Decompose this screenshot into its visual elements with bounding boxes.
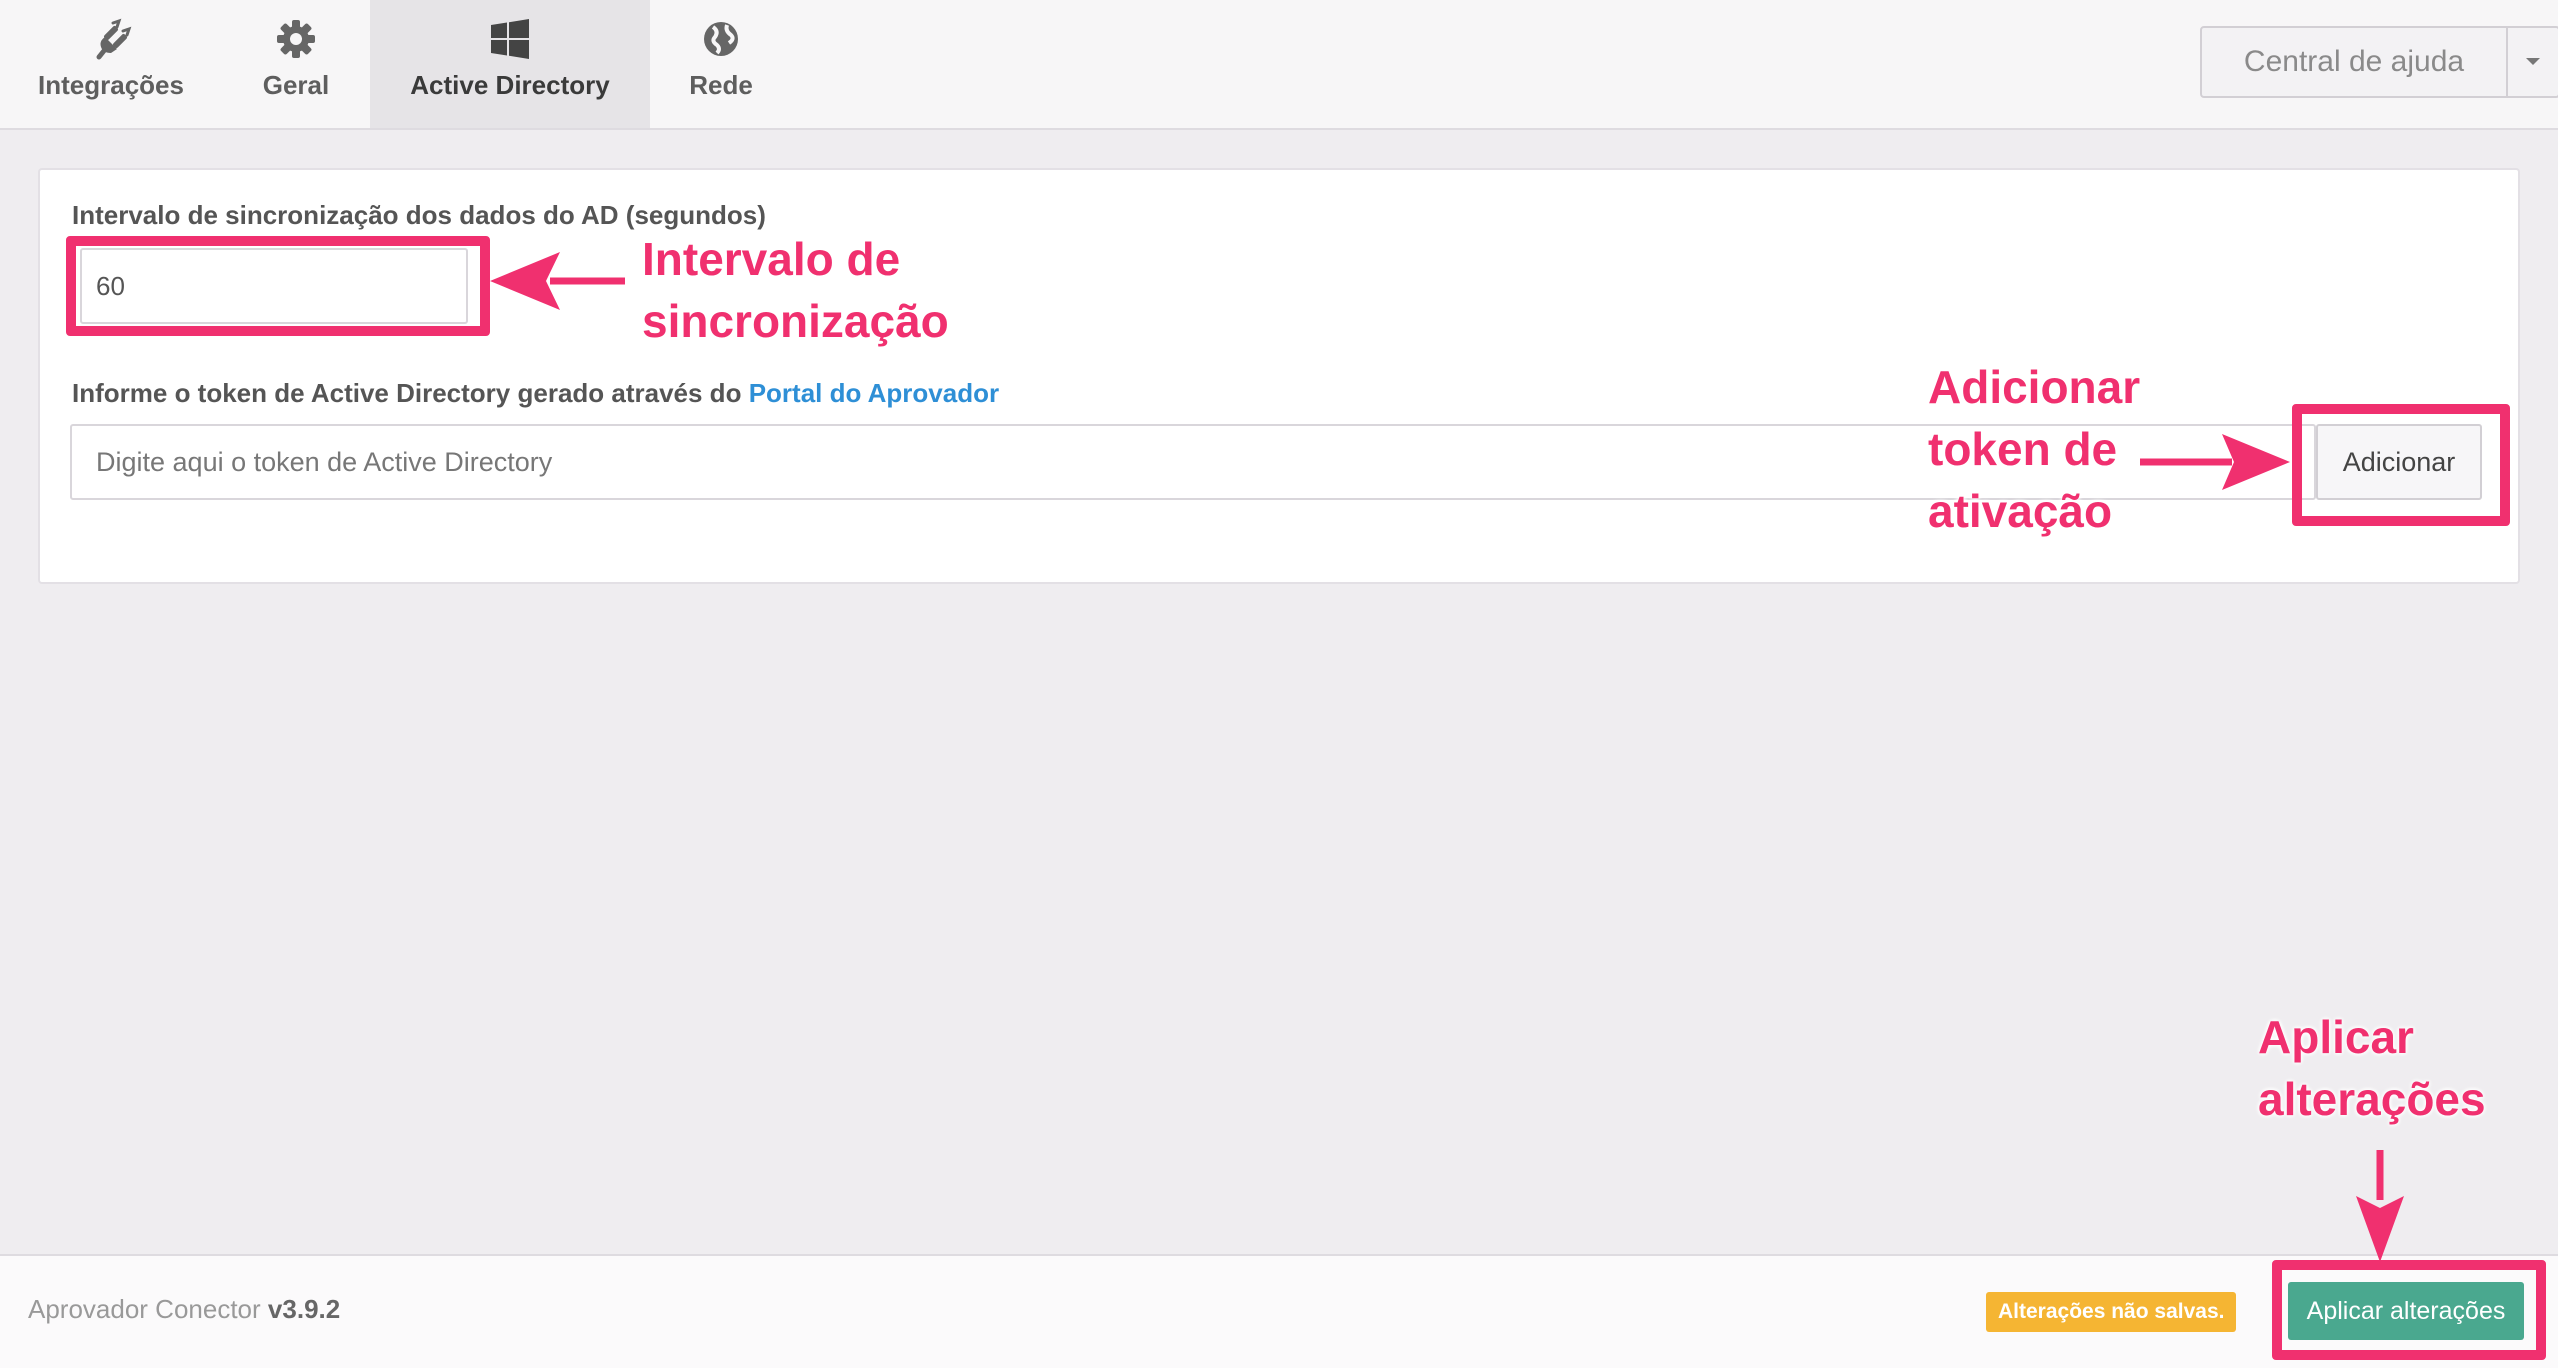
token-annotation: Adicionar token de ativação (1928, 356, 2140, 542)
ad-settings-card: Intervalo de sincronização dos dados do … (38, 168, 2520, 584)
tab-label: Integrações (38, 70, 184, 100)
version-number: v3.9.2 (267, 1294, 341, 1324)
help-center-button[interactable]: Central de ajuda (2202, 28, 2508, 96)
globe-icon (698, 16, 744, 62)
apply-highlight-box (2272, 1260, 2546, 1360)
tab-active-directory[interactable]: Active Directory (370, 0, 650, 128)
app-name: Aprovador Conector (28, 1294, 261, 1324)
token-annotation-line: ativação (1928, 485, 2113, 537)
tab-rede[interactable]: Rede (650, 0, 792, 128)
help-center-dropdown: Central de ajuda (2200, 26, 2558, 98)
top-navigation: Integrações Geral Active Directory Rede … (0, 0, 2558, 130)
token-annotation-line: Adicionar (1928, 361, 2141, 413)
gear-icon (273, 16, 319, 62)
add-highlight-box (2292, 404, 2510, 526)
apply-annotation-line: alterações (2258, 1073, 2486, 1125)
tab-label: Active Directory (410, 70, 610, 100)
token-annotation-line: token de (1928, 423, 2118, 475)
interval-highlight-box (66, 236, 490, 336)
plug-icon (88, 16, 134, 62)
tab-label: Rede (689, 70, 753, 100)
portal-link[interactable]: Portal do Aprovador (749, 378, 999, 408)
tab-label: Geral (262, 70, 330, 100)
token-label: Informe o token de Active Directory gera… (72, 378, 999, 409)
windows-icon (487, 16, 533, 62)
tab-integracoes[interactable]: Integrações (0, 0, 222, 128)
tab-geral[interactable]: Geral (222, 0, 370, 128)
chevron-down-icon[interactable] (2508, 28, 2558, 96)
interval-annotation-line: sincronização (642, 295, 949, 347)
token-label-text: Informe o token de Active Directory gera… (72, 378, 742, 408)
interval-annotation: Intervalo de sincronização (642, 228, 949, 352)
unsaved-badge: Alterações não salvas. (1986, 1292, 2237, 1332)
token-placeholder: Digite aqui o token de Active Directory (96, 446, 553, 477)
app-version: Aprovador Conector v3.9.2 (28, 1294, 340, 1325)
interval-annotation-line: Intervalo de (642, 233, 901, 285)
apply-annotation-line: Aplicar (2258, 1011, 2414, 1063)
apply-annotation: Aplicar alterações (2258, 1006, 2486, 1130)
interval-label: Intervalo de sincronização dos dados do … (72, 200, 766, 230)
footer-bar: Aprovador Conector v3.9.2 Alterações não… (0, 1254, 2558, 1368)
